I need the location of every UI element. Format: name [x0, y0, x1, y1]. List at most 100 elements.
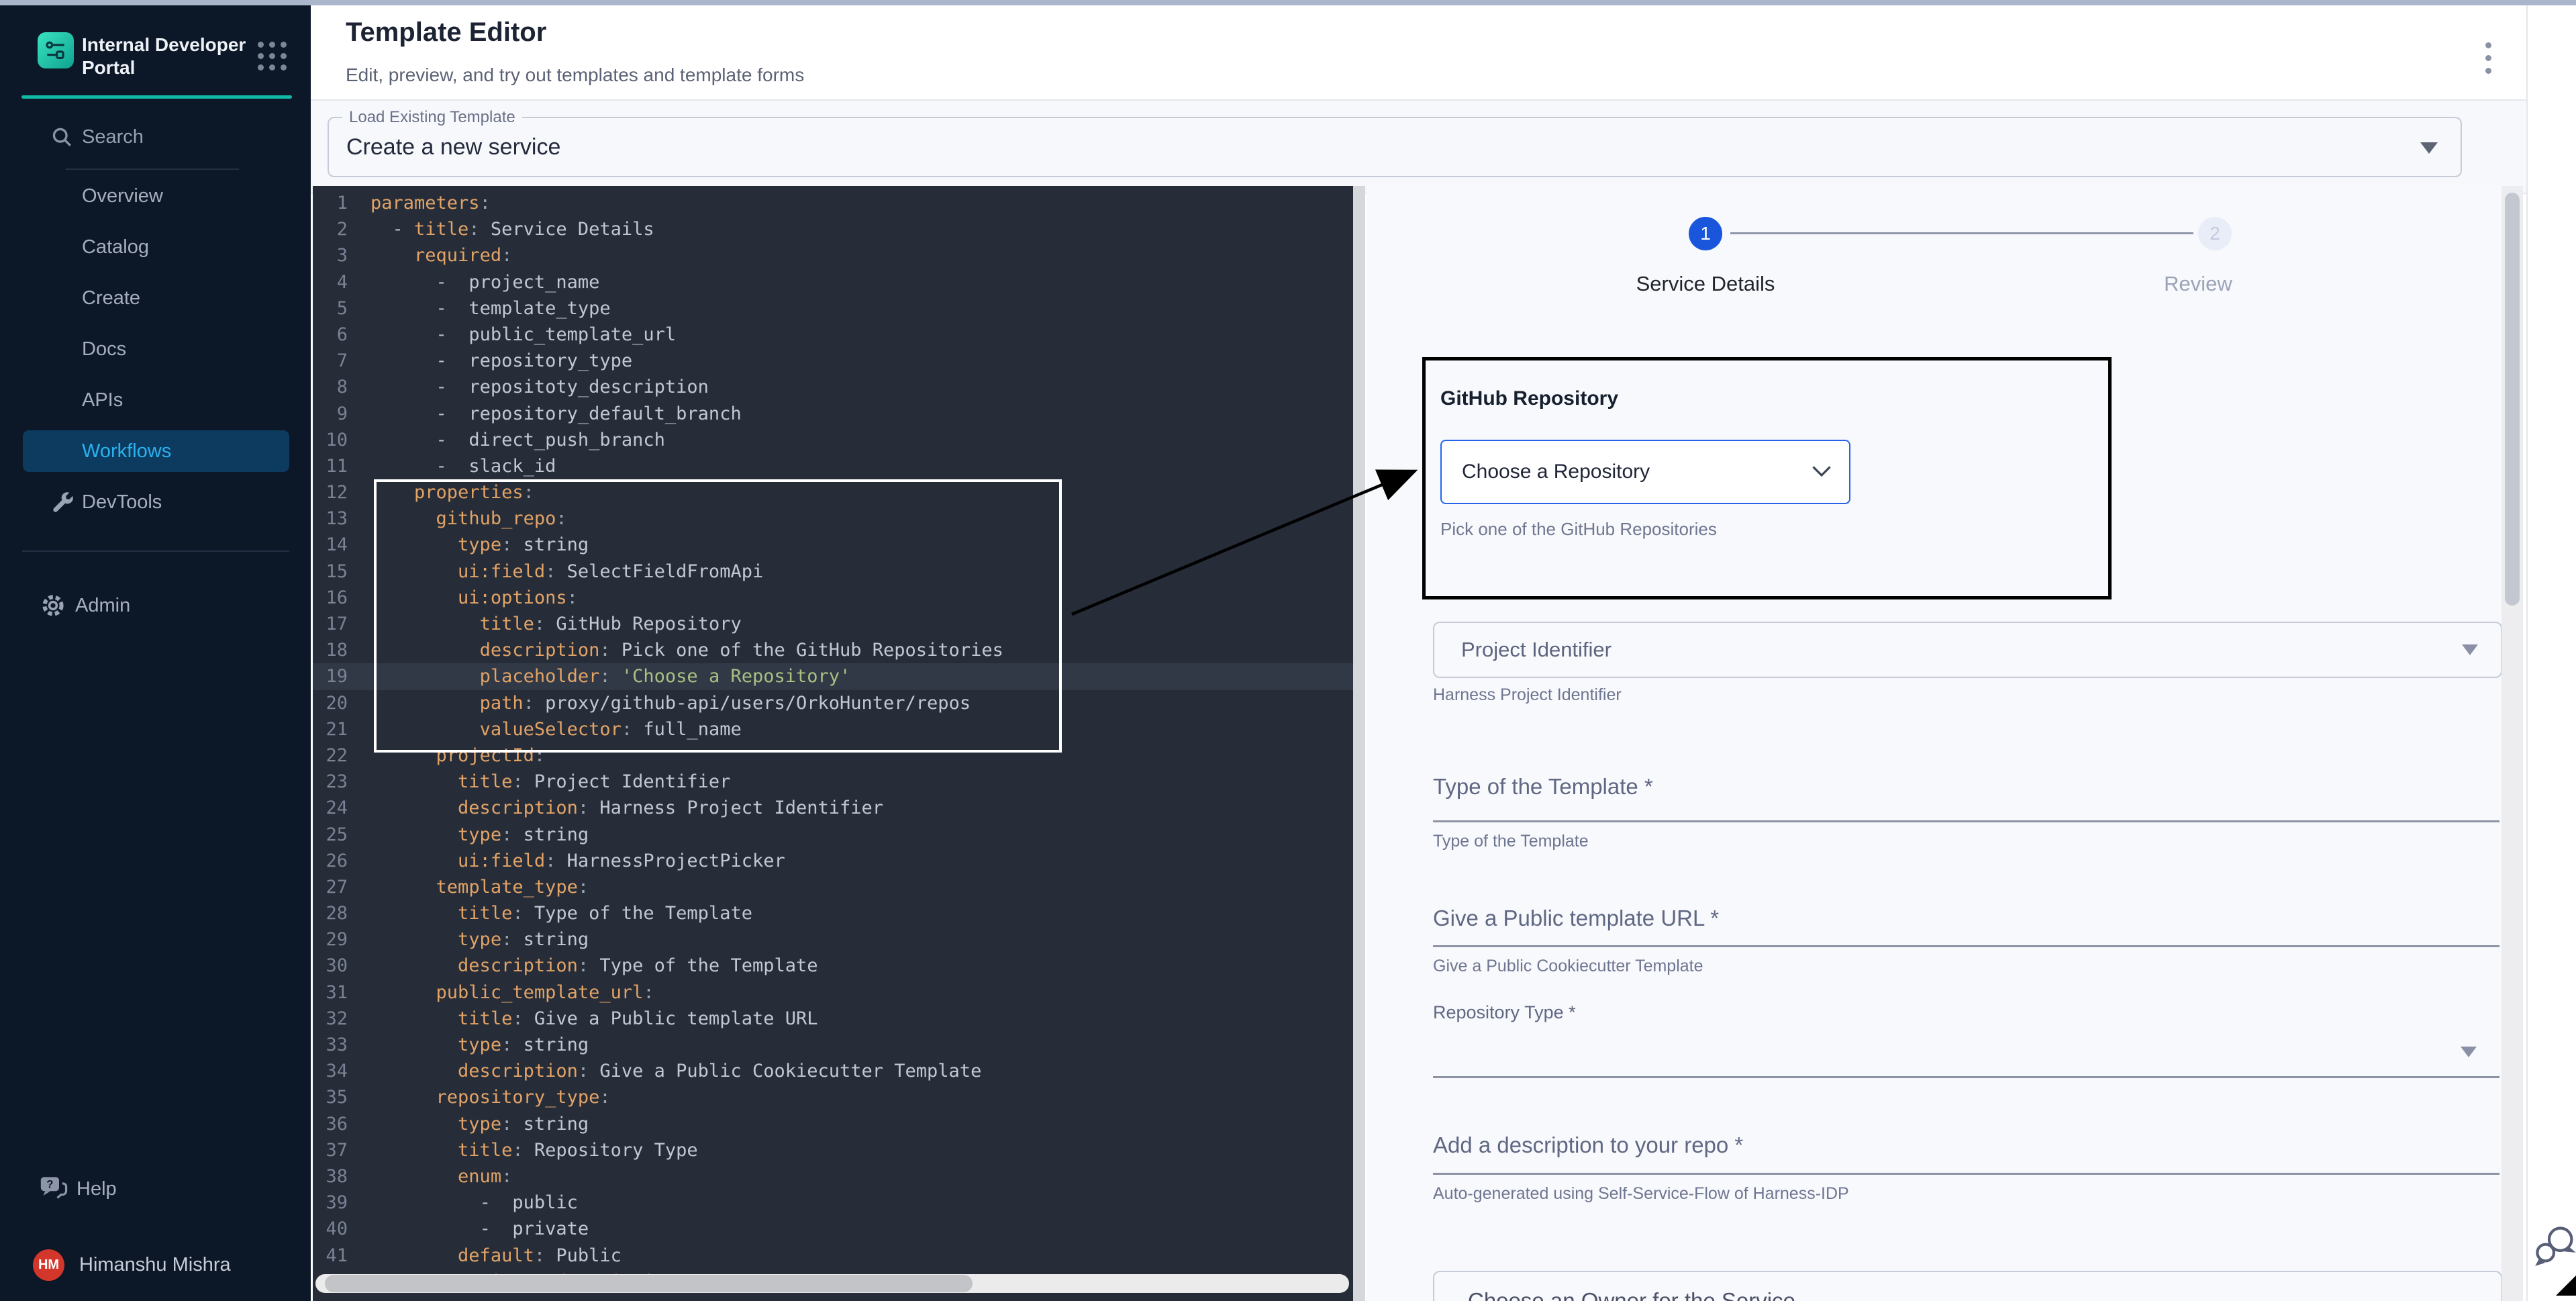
- code-line-39: 39 - public: [313, 1190, 1365, 1216]
- code-line-13: 13 github_repo:: [313, 505, 1365, 532]
- repo-description-helper: Auto-generated using Self-Service-Flow o…: [1433, 1184, 1849, 1204]
- code-line-38: 38 enum:: [313, 1163, 1365, 1190]
- owner-select-label: Choose an Owner for the Service: [1468, 1288, 1795, 1301]
- github-repository-label: GitHub Repository: [1440, 387, 1618, 410]
- help-chat-icon: ?: [38, 1173, 70, 1205]
- github-repository-select[interactable]: Choose a Repository: [1440, 440, 1850, 504]
- sidebar-item-catalog[interactable]: Catalog: [0, 222, 311, 273]
- wrench-icon: [50, 489, 75, 515]
- code-line-24: 24 description: Harness Project Identifi…: [313, 795, 1365, 821]
- editor-horizontal-scrollbar-thumb[interactable]: [325, 1275, 973, 1292]
- idp-logo-icon: [38, 32, 74, 68]
- sidebar-item-workflows[interactable]: Workflows: [0, 426, 311, 477]
- step-1-circle[interactable]: 1: [1689, 217, 1722, 250]
- code-line-25: 25 type: string: [313, 822, 1365, 848]
- step-2-circle[interactable]: 2: [2198, 217, 2232, 250]
- sidebar-divider-bottom: [22, 550, 289, 552]
- help-label: Help: [77, 1178, 117, 1200]
- repository-type-select[interactable]: [1433, 1076, 2499, 1078]
- code-line-18: 18 description: Pick one of the GitHub R…: [313, 637, 1365, 663]
- code-line-21: 21 valueSelector: full_name: [313, 716, 1365, 742]
- code-line-16: 16 ui:options:: [313, 585, 1365, 611]
- code-line-36: 36 type: string: [313, 1111, 1365, 1137]
- code-line-9: 9 - repository_default_branch: [313, 401, 1365, 427]
- chat-widget-icon[interactable]: [2533, 1223, 2576, 1267]
- code-line-41: 41 default: Public: [313, 1243, 1365, 1269]
- code-line-32: 32 title: Give a Public template URL: [313, 1006, 1365, 1032]
- sidebar-item-docs[interactable]: Docs: [0, 324, 311, 375]
- editor-horizontal-scrollbar[interactable]: [315, 1274, 1349, 1293]
- code-line-33: 33 type: string: [313, 1032, 1365, 1058]
- admin-label: Admin: [75, 595, 130, 617]
- template-type-underline: [1433, 820, 2499, 822]
- svg-text:?: ?: [46, 1178, 53, 1191]
- code-line-20: 20 path: proxy/github-api/users/OrkoHunt…: [313, 690, 1365, 716]
- code-line-10: 10 - direct_push_branch: [313, 427, 1365, 453]
- repo-description-underline: [1433, 1173, 2499, 1175]
- code-line-29: 29 type: string: [313, 926, 1365, 953]
- project-identifier-helper: Harness Project Identifier: [1433, 685, 1622, 705]
- code-line-30: 30 description: Type of the Template: [313, 953, 1365, 979]
- code-line-7: 7 - repository_type: [313, 348, 1365, 374]
- code-line-14: 14 type: string: [313, 532, 1365, 558]
- github-repository-helper: Pick one of the GitHub Repositories: [1440, 519, 1717, 540]
- public-template-url-helper: Give a Public Cookiecutter Template: [1433, 957, 1703, 976]
- gear-icon: [39, 591, 67, 620]
- sidebar-item-label: DevTools: [82, 491, 162, 514]
- load-template-select[interactable]: Load Existing Template Create a new serv…: [328, 117, 2462, 177]
- code-line-34: 34 description: Give a Public Cookiecutt…: [313, 1058, 1365, 1084]
- sidebar-item-admin[interactable]: Admin: [0, 580, 311, 631]
- sidebar-item-label: Catalog: [82, 236, 149, 258]
- sidebar-item-help[interactable]: ? Help: [0, 1163, 311, 1214]
- code-line-2: 2 - title: Service Details: [313, 216, 1365, 242]
- code-line-26: 26 ui:field: HarnessProjectPicker: [313, 848, 1365, 874]
- sidebar-item-label: Create: [82, 287, 140, 309]
- chevron-down-icon: [1812, 465, 1832, 479]
- code-line-3: 3 required:: [313, 242, 1365, 269]
- code-line-4: 4 - project_name: [313, 269, 1365, 295]
- yaml-code-editor[interactable]: 1parameters:2 - title: Service Details3 …: [313, 186, 1365, 1301]
- template-form-preview: 1 2 Service Details Review GitHub Reposi…: [1367, 186, 2523, 1301]
- panel-scrollbar-thumb[interactable]: [2505, 193, 2520, 606]
- step-2-label: Review: [2131, 272, 2265, 296]
- mouse-cursor: [2556, 1273, 2576, 1296]
- sidebar-item-label: Workflows: [82, 440, 171, 463]
- sidebar-item-devtools[interactable]: DevTools: [0, 477, 311, 528]
- panel-scrollbar[interactable]: [2501, 186, 2523, 1301]
- brand-title: Internal Developer Portal: [82, 34, 250, 79]
- sidebar-item-label: Overview: [82, 185, 163, 207]
- sidebar-nav: Overview Catalog Create Docs APIs Workflows De…: [0, 171, 311, 528]
- user-name: Himanshu Mishra: [79, 1254, 231, 1276]
- sidebar-item-create[interactable]: Create: [0, 273, 311, 324]
- code-line-19: 19 placeholder: 'Choose a Repository': [313, 663, 1365, 689]
- github-repository-value: Choose a Repository: [1462, 441, 1650, 503]
- owner-select[interactable]: Choose an Owner for the Service: [1433, 1271, 2502, 1301]
- code-line-12: 12 properties:: [313, 479, 1365, 505]
- sidebar-divider: [66, 168, 239, 170]
- code-line-23: 23 title: Project Identifier: [313, 769, 1365, 795]
- sidebar-item-label: APIs: [82, 389, 123, 412]
- template-type-input[interactable]: Type of the Template *: [1433, 774, 1653, 800]
- code-line-31: 31 public_template_url:: [313, 979, 1365, 1006]
- sidebar-item-apis[interactable]: APIs: [0, 375, 311, 426]
- caret-down-icon: [2461, 1047, 2477, 1057]
- sidebar-item-search[interactable]: Search: [0, 111, 311, 162]
- repository-type-label: Repository Type *: [1433, 1002, 1576, 1023]
- code-line-6: 6 - public_template_url: [313, 322, 1365, 348]
- project-identifier-select[interactable]: Project Identifier: [1433, 622, 2502, 678]
- sidebar-item-overview[interactable]: Overview: [0, 171, 311, 222]
- load-template-bar: Load Existing Template Create a new serv…: [311, 99, 2526, 194]
- search-icon: [50, 125, 74, 149]
- code-line-15: 15 ui:field: SelectFieldFromApi: [313, 559, 1365, 585]
- brand-accent-rule: [21, 95, 292, 99]
- code-line-1: 1parameters:: [313, 190, 1365, 216]
- code-line-28: 28 title: Type of the Template: [313, 900, 1365, 926]
- repo-description-input[interactable]: Add a description to your repo *: [1433, 1133, 1743, 1158]
- kebab-menu-icon[interactable]: [2475, 36, 2501, 79]
- caret-down-icon: [2462, 644, 2478, 655]
- public-template-url-input[interactable]: Give a Public template URL *: [1433, 906, 1719, 931]
- editor-vertical-scrollbar[interactable]: [1353, 186, 1365, 1301]
- sidebar-user[interactable]: HM Himanshu Mishra: [0, 1244, 311, 1286]
- apps-grid-icon[interactable]: [258, 42, 287, 71]
- code-line-35: 35 repository_type:: [313, 1084, 1365, 1110]
